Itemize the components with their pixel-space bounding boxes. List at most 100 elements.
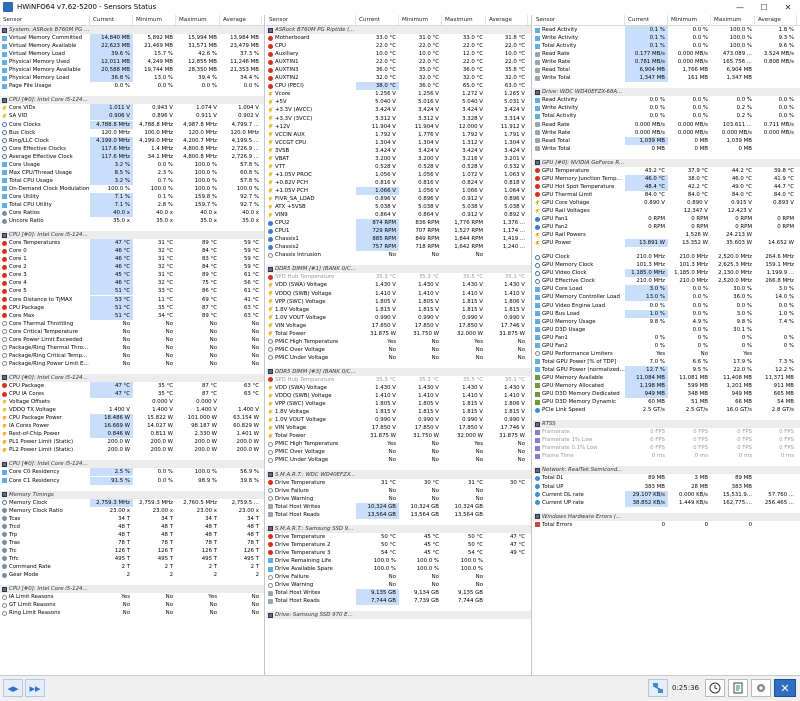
- sensor-row[interactable]: Core Usage 3.2 % 0.0 % 100.0 % 57.8 %: [0, 160, 264, 169]
- sensor-row[interactable]: 1.8V Voltage 1.815 V 1.815 V 1.815 V 1.815 V: [266, 306, 531, 314]
- sensor-row[interactable]: Write Activity 0.1 % 0.0 % 100.0 % 9.3 %: [533, 34, 800, 43]
- sensor-row[interactable]: VPP (SWC) Voltage 1.805 V 1.805 V 1.815 V 1.…: [266, 400, 531, 408]
- sensor-row[interactable]: Total Host Writes 9,135 GB 9,134 GB 9,135 G…: [266, 589, 531, 598]
- sensor-row[interactable]: Read Total 1,039 MB 0 MB 1,039 MB: [533, 136, 800, 145]
- sensor-row[interactable]: GPU Bus Load 1.0 % 0.0 % 3.0 % 1.0 %: [533, 309, 800, 318]
- sensor-row[interactable]: GPU Hot Spot Temperature 48.4 °C 42.2 °C 49…: [533, 182, 800, 191]
- sensor-group-header[interactable]: Drive: WDC WD40EFZX-68AWUN...: [533, 88, 800, 97]
- sensor-row[interactable]: VCCIN AUX 1.792 V 1.776 V 1.792 V 1.791 V: [266, 131, 531, 139]
- sensor-row[interactable]: Core Thermal Throttling No No No No: [0, 320, 264, 328]
- sensor-row[interactable]: Write Rate 0.781 MB/s 0.000 MB/s 165.756 ..…: [533, 58, 800, 67]
- sensor-row[interactable]: GPU D3D Usage 0.0 % 30.1 %: [533, 326, 800, 334]
- sensor-group-header[interactable]: CPU [#0]: Intel Core i5-12400...: [0, 231, 264, 240]
- sensor-row[interactable]: Write Total 1,347 MB 161 MB 1,347 MB: [533, 74, 800, 83]
- sensor-row[interactable]: Core 2 46 °C 32 °C 84 °C 59 °C: [0, 263, 264, 272]
- sensor-group-header[interactable]: CPU [#0]: Intel Core i5-12400F: [0, 96, 264, 105]
- sensor-row[interactable]: GPU Effective Clock 210.0 MHz 210.0 MHz 2,5…: [533, 277, 800, 285]
- sensor-row[interactable]: +0.82V PCH 0.816 V 0.816 V 0.824 V 0.818 V: [266, 179, 531, 187]
- sensor-row[interactable]: Core Ratios 40.0 x 40.0 x 40.0 x 40.0 x: [0, 209, 264, 218]
- sensor-row[interactable]: Read Activity 0.0 % 0.0 % 0.0 % 0.0 %: [533, 96, 800, 104]
- sensor-row[interactable]: Write Rate 0.000 MB/s 0.000 MB/s 0.000 MB/s…: [533, 129, 800, 137]
- sensor-group-header[interactable]: CPU [#0]: Intel Core i5-12400...: [0, 585, 264, 594]
- sensor-row[interactable]: GPU D3D Memory Dynamic 60 MB 51 MB 66 MB 54 …: [533, 398, 800, 406]
- sensor-group-header[interactable]: Memory Timings: [0, 490, 264, 499]
- sensor-panel-right[interactable]: Sensor Current Minimum Maximum Average Read A…: [533, 15, 800, 675]
- sensor-row[interactable]: Drive Remaining Life 100.0 % 100.0 % 100.0 …: [266, 557, 531, 565]
- close-sensors-button[interactable]: ✕: [774, 679, 796, 697]
- sensor-row[interactable]: Ring Limit Reasons No No No No: [0, 609, 264, 617]
- sensor-row[interactable]: Drive Failure No No No: [266, 573, 531, 581]
- sensor-row[interactable]: CPU1 729 RPM 707 RPM 1,527 RPM 1,174 ...: [266, 227, 531, 236]
- sensor-group-header[interactable]: System: ASRock B760M PG Ri...: [0, 26, 264, 35]
- column-header-average[interactable]: Average: [755, 15, 797, 25]
- sensor-row[interactable]: Package/Ring Critical TemperatureNoNoNoN…: [0, 352, 264, 360]
- sensor-row[interactable]: GPU Fan1 0 RPM 0 RPM 0 RPM 0 RPM: [533, 215, 800, 223]
- column-header-minimum[interactable]: Minimum: [668, 15, 711, 25]
- sensor-row[interactable]: CPU IA Cores 47 °C 35 °C 87 °C 63 °C: [0, 390, 264, 399]
- sensor-row[interactable]: Total Errors 0 0 0: [533, 521, 800, 529]
- sensor-row[interactable]: IA Limit Reasons Yes No Yes No: [0, 593, 264, 601]
- sensor-group-header[interactable]: RTSS: [533, 420, 800, 429]
- sensor-row[interactable]: Average Effective Clock 117.6 MHz 34.1 MHz…: [0, 152, 264, 161]
- sensor-row[interactable]: Drive Available Spare 100.0 % 100.0 % 100.0…: [266, 565, 531, 573]
- sensor-row[interactable]: Drive Temperature 2 50 °C 45 °C 50 °C 47 °C: [266, 541, 531, 549]
- sensor-row[interactable]: Core Max 51 °C 34 °C 89 °C 63 °C: [0, 311, 264, 320]
- sensor-row[interactable]: Read Rate 0.177 MB/s 0.000 MB/s 473.089 ...…: [533, 50, 800, 59]
- sensor-row[interactable]: On-Demand Clock Modulation 100.0 % 100.0 %…: [0, 185, 264, 193]
- sensor-row[interactable]: Total DL 89 MB 3 MB 89 MB: [533, 474, 800, 482]
- column-header-minimum[interactable]: Minimum: [133, 15, 176, 25]
- sensor-row[interactable]: GPU Memory Controller Load 13.0 % 0.0 % 36.…: [533, 293, 800, 302]
- sensor-row[interactable]: Core 3 45 °C 31 °C 89 °C 61 °C: [0, 271, 264, 280]
- sensor-row[interactable]: CPU Package Power 18.486 W 15.822 W 101.000…: [0, 414, 264, 423]
- sensor-group-header[interactable]: S.M.A.R.T.: Samsung SSD 970 EVO Plus 2..…: [266, 524, 531, 533]
- sensor-row[interactable]: Total Host Reads 7,744 GB 7,739 GB 7,744 GB: [266, 597, 531, 606]
- nav-forward-button[interactable]: ▸▸: [25, 679, 45, 697]
- sensor-row[interactable]: Tras 78 T 78 T 78 T 78 T: [0, 539, 264, 547]
- sensor-row[interactable]: Ring/LLC Clock 4,199.0 MHz 4,199.0 MHz 4,20…: [0, 136, 264, 145]
- sensor-row[interactable]: 1.8V Voltage 1.815 V 1.815 V 1.815 V 1.815 V: [266, 408, 531, 416]
- sensor-row[interactable]: Read Rate 0.000 MB/s 0.000 MB/s 103.611 ...…: [533, 121, 800, 129]
- sensor-row[interactable]: AUXTIN3 36.0 °C 35.0 °C 36.0 °C 35.8 °C: [266, 66, 531, 74]
- sensor-row[interactable]: Total UP 383 MB 28 MB 383 MB: [533, 482, 800, 490]
- sensor-group-header[interactable]: Drive: Samsung SSD 970 EVO Plus 2TB (S4.…: [266, 611, 531, 620]
- sensor-row[interactable]: VDDQ (SWB) Voltage 1.410 V 1.410 V 1.410 V1…: [266, 392, 531, 400]
- sensor-row[interactable]: Drive Temperature 3 54 °C 45 °C 54 °C 49 °C: [266, 549, 531, 557]
- sensor-row[interactable]: Max CPU/Thread Usage 8.5 % 2.3 % 100.0 % 60.…: [0, 168, 264, 177]
- sensor-row[interactable]: Total Power 31.875 W 31.750 W 32.000 W 31.87…: [266, 432, 531, 440]
- sensor-row[interactable]: 1.0V VOUT Voltage 0.990 V 0.990 V 0.990 V 0.…: [266, 314, 531, 322]
- sensor-row[interactable]: GPU D3D Memory Dedicated 949 MB 348 MB 949 …: [533, 390, 800, 399]
- sensor-row[interactable]: Package/Ring Thermal Throttling No No No No: [0, 344, 264, 352]
- sensor-row[interactable]: Total CPU Usage 3.2 % 0.7 % 100.0 % 57.8 %: [0, 176, 264, 185]
- sensor-row[interactable]: Framerate 0 FPS 0 FPS 0 FPS 0 FPS: [533, 428, 800, 436]
- sensor-row[interactable]: Trfc 495 T 495 T 495 T 495 T: [0, 555, 264, 563]
- sensor-row[interactable]: GPU Video Clock 1,185.0 MHz 1,185.0 MHz 2,1…: [533, 269, 800, 278]
- sensor-row[interactable]: GPU Performance Limiters Yes No Yes: [533, 350, 800, 358]
- sensor-row[interactable]: Total Activity 0.0 % 0.0 % 0.2 % 0.0 %: [533, 112, 800, 120]
- report-icon[interactable]: [728, 679, 748, 697]
- sensor-row[interactable]: +1.05V PROC 1.056 V 1.056 V 1.072 V 1.063 V: [266, 171, 531, 179]
- column-header-current[interactable]: Current: [90, 15, 133, 25]
- sensor-row[interactable]: Physical Memory Load 36.8 % 13.0 % 39.4 % 34…: [0, 74, 264, 83]
- column-header-average[interactable]: Average: [220, 15, 262, 25]
- sensor-row[interactable]: Current UP rate 38.852 KB/s 1.449 KB/s 162,…: [533, 498, 800, 507]
- sensor-row[interactable]: Rest-of-Chip Power 0.846 W 0.811 W 2.330 W1…: [0, 430, 264, 439]
- sensor-row[interactable]: GPU Core Load 3.0 % 0.0 % 30.0 % 3.0 %: [533, 285, 800, 294]
- sensor-row[interactable]: Total Host Writes 10,324 GB 10,324 GB 10,32…: [266, 502, 531, 511]
- sensor-row[interactable]: GPU Memory Junction Temperature46.0 °C38…: [533, 174, 800, 183]
- sensor-row[interactable]: Motherboard 33.0 °C 31.0 °C 33.0 °C 31.8 °C: [266, 34, 531, 42]
- sensor-row[interactable]: Page File Usage 0.0 % 0.0 % 0.0 % 0.0 %: [0, 82, 264, 90]
- sensor-group-header[interactable]: S.M.A.R.T.: WDC WD40EFZX-68AWUN0 (...: [266, 470, 531, 479]
- sensor-row[interactable]: Core Distance to TjMAX 53 °C 11 °C 69 °C 41 …: [0, 295, 264, 304]
- sensor-row[interactable]: FIVR_SA_LOAD 0.896 V 0.896 V 0.912 V 0.896 V: [266, 195, 531, 203]
- sensor-row[interactable]: GPU Core Voltage 0.890 V 0.890 V 0.915 V 0.8…: [533, 199, 800, 207]
- sensor-row[interactable]: Total GPU Power (normalized) [%...]12.7 …: [533, 365, 800, 374]
- sensor-row[interactable]: Virtual Memory Committed 14,840 MB 5,892 M…: [0, 34, 264, 43]
- clock-icon[interactable]: [705, 679, 725, 697]
- sensor-row[interactable]: VCCGT CPU 1.304 V 1.304 V 1.312 V 1.304 V: [266, 139, 531, 147]
- column-header-maximum[interactable]: Maximum: [442, 15, 486, 25]
- sensor-row[interactable]: Tcas 34 T 34 T 34 T 34 T: [0, 515, 264, 523]
- sensor-row[interactable]: PMIC High Temperature Yes No Yes No: [266, 440, 531, 448]
- sensor-row[interactable]: Total Power 31.875 W 31.750 W 32.000 W 31.87…: [266, 330, 531, 338]
- sensor-row[interactable]: PCIe Link Speed 2.5 GT/s 2.5 GT/s 16.0 GT/s…: [533, 406, 800, 414]
- sensor-row[interactable]: VDD (SWA) Voltage 1.430 V 1.430 V 1.430 V 1.…: [266, 384, 531, 392]
